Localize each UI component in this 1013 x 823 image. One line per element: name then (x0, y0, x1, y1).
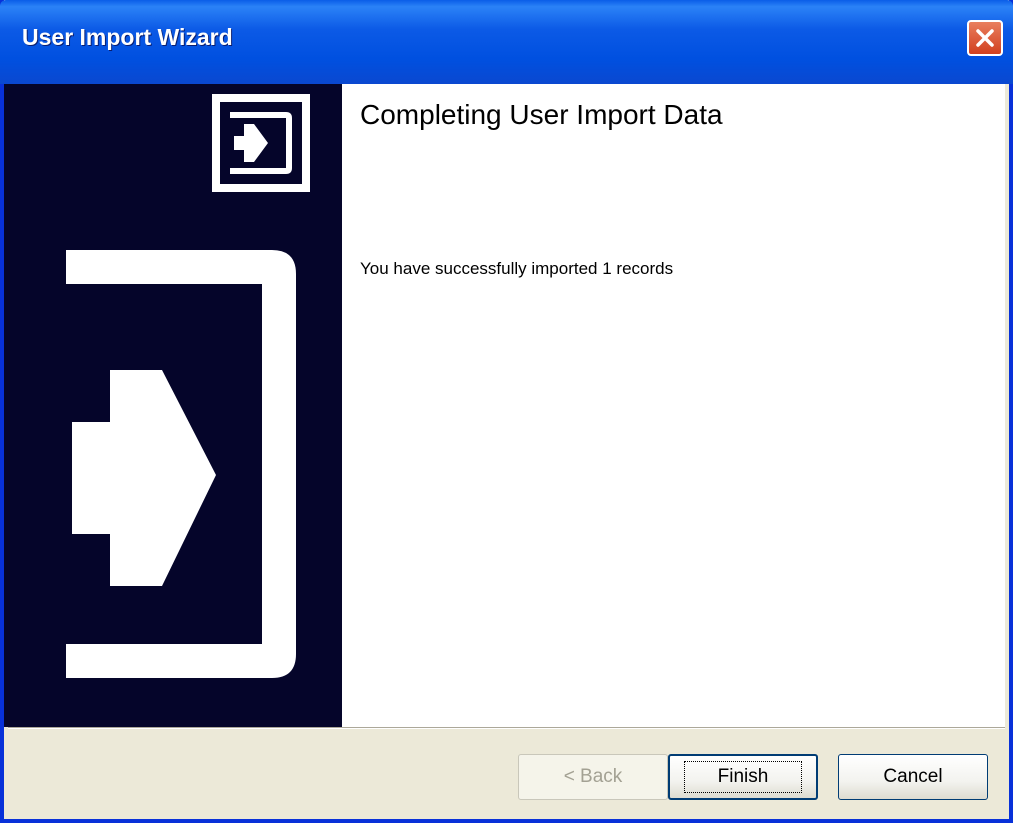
back-button[interactable]: < Back (518, 754, 668, 800)
status-message: You have successfully imported 1 records (360, 259, 674, 278)
finish-button[interactable]: Finish (668, 754, 818, 800)
close-button[interactable] (967, 20, 1003, 56)
window-title: User Import Wizard (22, 24, 233, 50)
import-arrow-icon (220, 102, 302, 184)
finish-button-label: Finish (684, 761, 802, 793)
title-bar[interactable]: User Import Wizard (0, 0, 1013, 84)
page-title: Completing User Import Data (360, 99, 723, 130)
close-icon (976, 29, 994, 47)
divider (8, 727, 1005, 729)
cancel-button[interactable]: Cancel (838, 754, 988, 800)
wizard-header-icon (212, 94, 310, 192)
